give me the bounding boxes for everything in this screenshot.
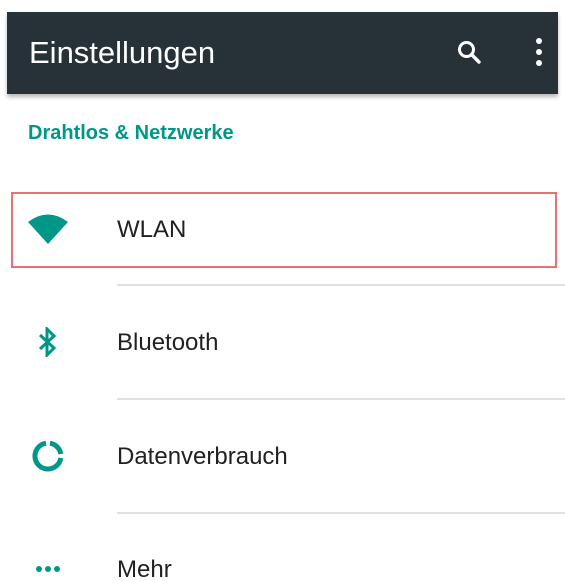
settings-item-bluetooth[interactable]: Bluetooth [12,304,558,382]
settings-item-label: Mehr [117,556,172,581]
overflow-menu-button[interactable] [519,32,559,72]
search-button[interactable] [449,32,489,72]
app-toolbar: Einstellungen [7,12,558,94]
search-icon [458,41,481,64]
data-usage-icon [26,434,70,478]
settings-item-label: Datenverbrauch [117,443,288,470]
wifi-icon [26,207,70,251]
divider [117,512,565,514]
settings-item-wlan[interactable]: WLAN [12,191,558,269]
settings-item-label: Bluetooth [117,329,219,356]
bluetooth-icon [26,320,70,364]
page-title: Einstellungen [29,35,216,70]
divider [117,284,565,286]
divider [117,398,565,400]
settings-screen: Einstellungen Drahtlos & Netzwerke WLAN [0,0,565,581]
settings-item-label: WLAN [117,216,187,243]
category-header: Drahtlos & Netzwerke [28,122,234,144]
more-vert-icon [536,38,542,66]
more-horiz-icon [26,547,70,581]
settings-item-data-usage[interactable]: Datenverbrauch [12,418,558,496]
settings-item-more[interactable]: Mehr [12,531,558,581]
